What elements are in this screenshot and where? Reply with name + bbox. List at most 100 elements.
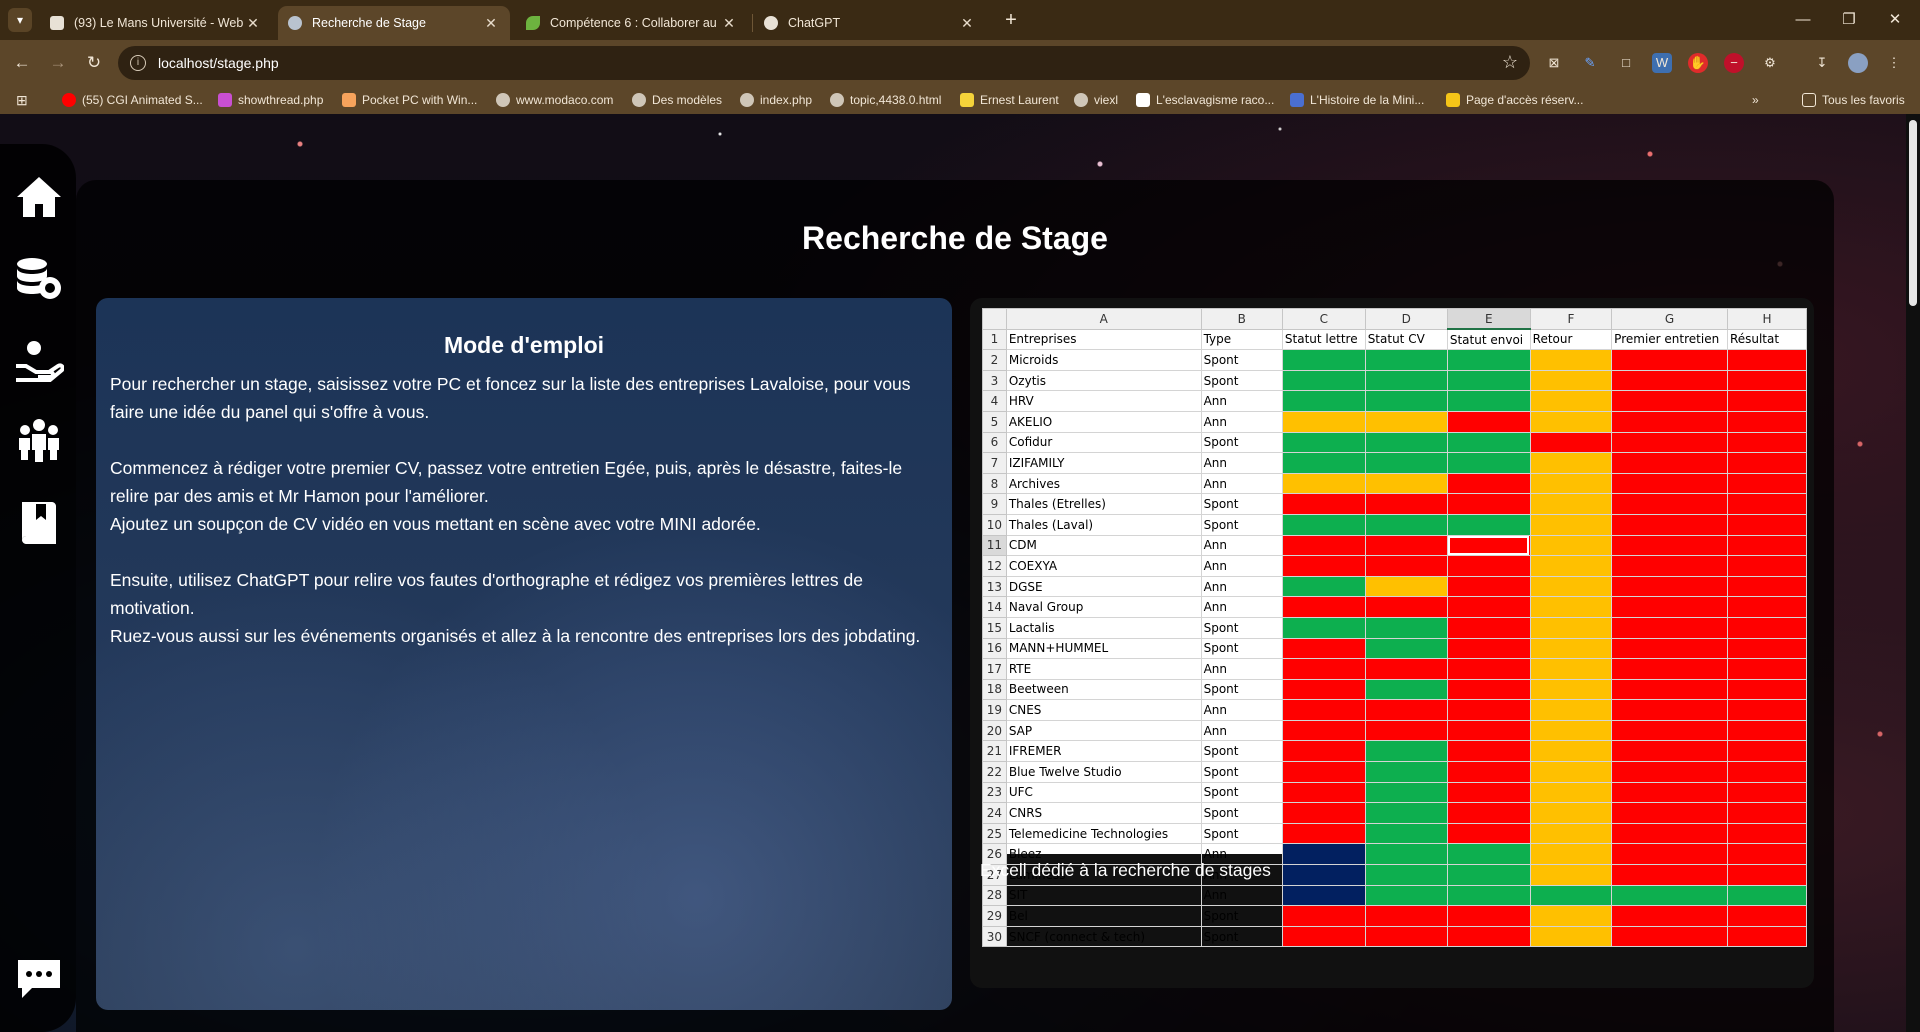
row-number[interactable]: 14 (982, 596, 1007, 618)
company-cell[interactable]: Naval Group (1005, 596, 1202, 618)
status-cell[interactable] (1529, 678, 1613, 701)
status-cell[interactable] (1611, 822, 1728, 845)
status-cell[interactable] (1611, 431, 1728, 454)
status-cell[interactable] (1281, 431, 1366, 454)
company-cell[interactable]: Thales (Etrelles) (1005, 493, 1202, 515)
status-cell[interactable] (1281, 678, 1366, 701)
select-all-corner[interactable] (982, 308, 1007, 330)
company-cell[interactable]: Microids (1005, 349, 1202, 371)
status-cell[interactable] (1529, 452, 1613, 474)
status-cell[interactable] (1281, 369, 1366, 392)
status-cell[interactable] (1281, 596, 1366, 618)
type-cell[interactable]: Spont (1200, 925, 1283, 948)
status-cell[interactable] (1446, 349, 1531, 371)
type-cell[interactable]: Spont (1200, 802, 1283, 824)
status-cell[interactable] (1529, 390, 1613, 412)
status-cell[interactable] (1611, 843, 1728, 866)
company-cell[interactable]: SNCF (connect & tech) (1005, 925, 1202, 948)
status-cell[interactable] (1611, 781, 1728, 804)
status-cell[interactable] (1364, 699, 1448, 721)
status-cell[interactable] (1611, 555, 1728, 577)
status-cell[interactable] (1281, 513, 1366, 536)
bookmark-item[interactable]: index.php (740, 91, 812, 109)
type-cell[interactable]: Ann (1200, 699, 1283, 721)
status-cell[interactable] (1529, 410, 1613, 433)
status-cell[interactable] (1529, 884, 1613, 907)
status-cell[interactable] (1281, 864, 1366, 886)
tab-close-icon[interactable]: ✕ (482, 15, 500, 32)
status-cell[interactable] (1446, 699, 1531, 721)
status-cell[interactable] (1726, 905, 1808, 927)
status-cell[interactable] (1446, 905, 1531, 927)
row-number[interactable]: 9 (982, 493, 1007, 515)
status-cell[interactable] (1281, 658, 1366, 680)
status-cell[interactable] (1364, 452, 1448, 474)
status-cell[interactable] (1281, 452, 1366, 474)
status-cell[interactable] (1529, 493, 1613, 515)
status-cell[interactable] (1446, 431, 1531, 454)
row-number[interactable]: 28 (982, 884, 1007, 907)
block-extension-icon[interactable]: − (1724, 53, 1744, 73)
trash-extension-icon[interactable]: □ (1616, 53, 1636, 73)
status-cell[interactable] (1281, 616, 1366, 639)
status-cell[interactable] (1281, 390, 1366, 412)
database-settings-icon[interactable] (14, 254, 64, 304)
status-cell[interactable] (1364, 781, 1448, 804)
status-cell[interactable] (1726, 534, 1808, 557)
status-cell[interactable] (1726, 431, 1808, 454)
row-number[interactable]: 7 (982, 452, 1007, 474)
bookmark-item[interactable]: Ernest Laurent (960, 91, 1059, 109)
status-cell[interactable] (1529, 472, 1613, 495)
tab-close-icon[interactable]: ✕ (958, 15, 976, 32)
type-cell[interactable]: Spont (1200, 493, 1283, 515)
status-cell[interactable] (1529, 369, 1613, 392)
status-cell[interactable] (1364, 822, 1448, 845)
site-info-icon[interactable]: i (130, 55, 146, 71)
type-cell[interactable]: Ann (1200, 410, 1283, 433)
book-icon[interactable] (14, 498, 64, 548)
status-cell[interactable] (1611, 719, 1728, 742)
column-letter[interactable]: C (1281, 308, 1366, 330)
row-number[interactable]: 1 (982, 328, 1007, 351)
type-cell[interactable]: Ann (1200, 390, 1283, 412)
company-cell[interactable]: Beetween (1005, 678, 1202, 701)
status-cell[interactable] (1529, 555, 1613, 577)
status-cell[interactable] (1529, 719, 1613, 742)
status-cell[interactable] (1611, 884, 1728, 907)
back-button[interactable]: ← (10, 51, 34, 75)
status-cell[interactable] (1281, 843, 1366, 866)
type-cell[interactable]: Ann (1200, 555, 1283, 577)
row-number[interactable]: 23 (982, 781, 1007, 804)
tab-search-button[interactable]: ▾ (8, 8, 32, 32)
extensions-puzzle-icon[interactable]: ⚙ (1760, 53, 1780, 73)
type-cell[interactable]: Spont (1200, 431, 1283, 454)
status-cell[interactable] (1726, 369, 1808, 392)
status-cell[interactable] (1611, 452, 1728, 474)
status-cell[interactable] (1281, 472, 1366, 495)
status-cell[interactable] (1446, 534, 1531, 557)
status-cell[interactable] (1364, 905, 1448, 927)
company-cell[interactable]: CNES (1005, 699, 1202, 721)
status-cell[interactable] (1611, 390, 1728, 412)
status-cell[interactable] (1281, 410, 1366, 433)
reload-button[interactable]: ↻ (82, 51, 106, 75)
status-cell[interactable] (1529, 658, 1613, 680)
status-cell[interactable] (1611, 493, 1728, 515)
bookmark-item[interactable]: Pocket PC with Win... (342, 91, 477, 109)
status-cell[interactable] (1529, 802, 1613, 824)
row-number[interactable]: 16 (982, 637, 1007, 660)
status-cell[interactable] (1281, 822, 1366, 845)
status-cell[interactable] (1364, 843, 1448, 866)
all-bookmarks-button[interactable]: Tous les favoris (1802, 91, 1905, 109)
type-cell[interactable]: Ann (1200, 472, 1283, 495)
status-cell[interactable] (1446, 596, 1531, 618)
status-cell[interactable] (1364, 431, 1448, 454)
status-cell[interactable] (1281, 719, 1366, 742)
row-number[interactable]: 29 (982, 905, 1007, 927)
status-cell[interactable] (1446, 493, 1531, 515)
status-cell[interactable] (1446, 678, 1531, 701)
type-cell[interactable]: Spont (1200, 513, 1283, 536)
status-cell[interactable] (1364, 493, 1448, 515)
status-cell[interactable] (1281, 699, 1366, 721)
bookmark-item[interactable]: viexl (1074, 91, 1118, 109)
